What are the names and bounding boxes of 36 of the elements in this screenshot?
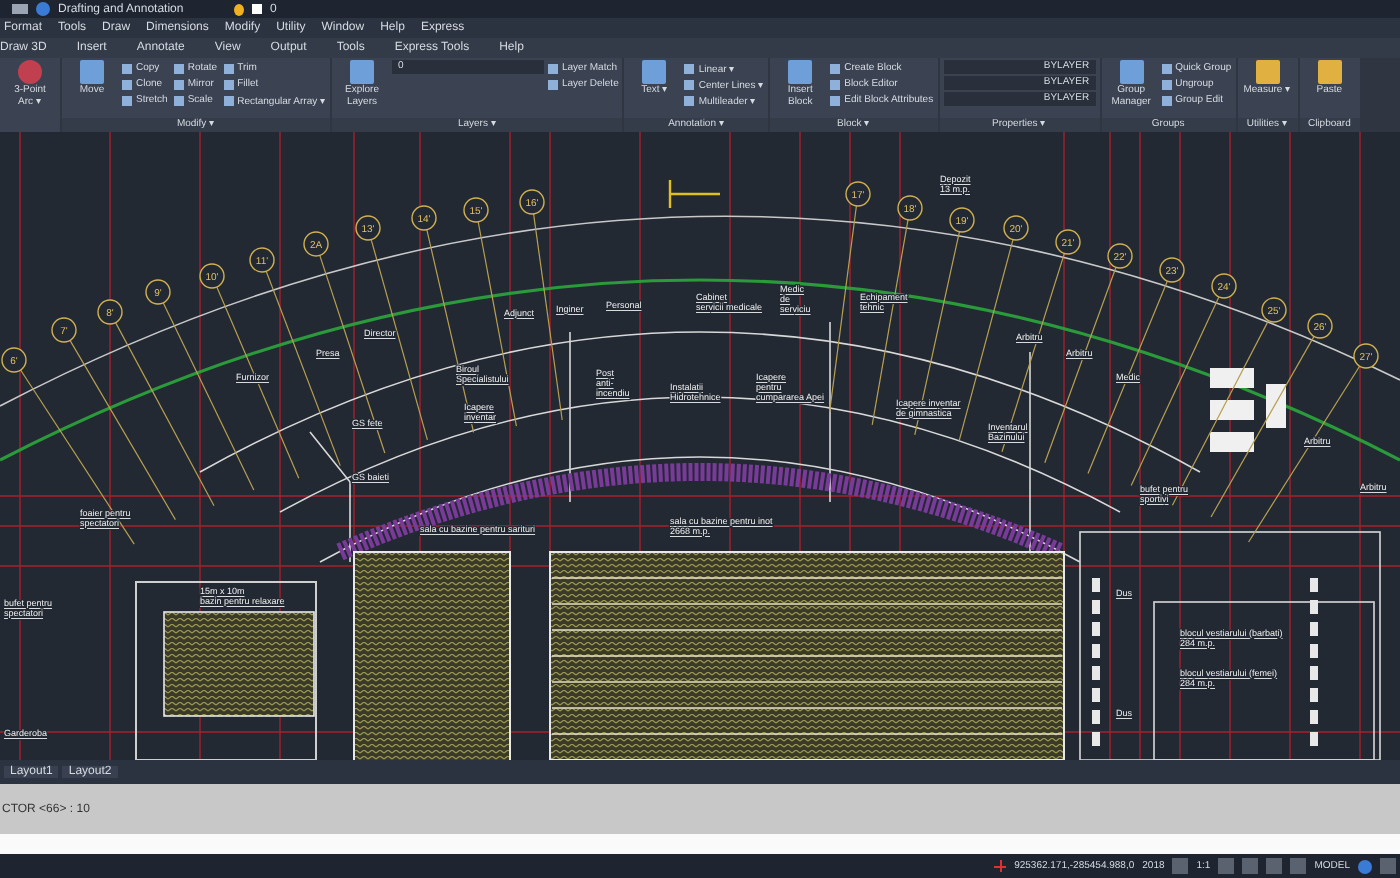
grid-bubble: [1211, 273, 1237, 299]
grid-bubble: [411, 205, 437, 231]
lightbulb-icon: [234, 3, 244, 15]
toolbar-square-icon[interactable]: [1290, 858, 1307, 874]
layer-color-icon: [252, 4, 262, 14]
grid-toggle-icon[interactable]: [1172, 858, 1189, 874]
grid-bubble: [355, 215, 381, 241]
grid-bubble: [1307, 313, 1333, 339]
toolbar-square-icon[interactable]: [1218, 858, 1235, 874]
toolbar-square-icon[interactable]: [1242, 858, 1259, 874]
crosshair-icon: [994, 860, 1007, 872]
grid-bubble: [1107, 243, 1133, 269]
section-mark-icon: [668, 178, 722, 210]
grid-bubble: [1, 347, 27, 373]
settings-icon[interactable]: [1358, 859, 1372, 873]
grid-bubble: [1159, 257, 1185, 283]
grid-bubble: [845, 181, 871, 207]
grid-bubble: [897, 195, 923, 221]
grid-bubble: [51, 317, 77, 343]
grid-bubble: [1003, 215, 1029, 241]
grid-bubble: [519, 189, 545, 215]
gear-icon: [36, 2, 50, 16]
grid-bubble: [145, 279, 171, 305]
grid-bubble: [463, 197, 489, 223]
grid-bubble: [303, 231, 329, 257]
grid-bubble: [1055, 229, 1081, 255]
grid-bubble: [1353, 343, 1379, 369]
grid-bubble: [249, 247, 275, 273]
grid-bubble: [949, 207, 975, 233]
command-input-field[interactable]: [0, 834, 1400, 854]
grid-bubble: [199, 263, 225, 289]
grid-bubble: [97, 299, 123, 325]
toolbar-square-icon[interactable]: [1266, 858, 1283, 874]
grid-bubble: [1261, 297, 1287, 323]
drawing-canvas[interactable]: [0, 132, 1400, 760]
table-drawing: [1210, 368, 1286, 452]
